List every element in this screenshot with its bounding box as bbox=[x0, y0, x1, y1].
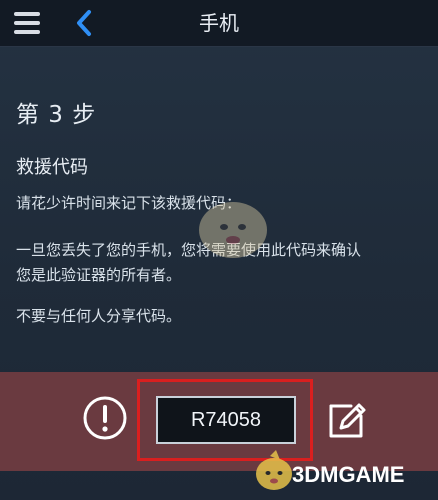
alert-circle-icon[interactable] bbox=[81, 394, 129, 442]
code-highlight bbox=[137, 379, 313, 461]
page-title: 手机 bbox=[199, 11, 239, 35]
section-title: 救援代码 bbox=[16, 157, 88, 178]
watermark-text: 3DMGAME bbox=[292, 462, 405, 487]
share-warning-text: 不要与任何人分享代码。 bbox=[16, 307, 182, 325]
edit-icon[interactable] bbox=[321, 394, 373, 446]
step-heading: 第 3 步 bbox=[16, 102, 97, 128]
mascot-watermark-icon bbox=[199, 202, 267, 258]
top-bar: 手机 bbox=[0, 0, 438, 47]
